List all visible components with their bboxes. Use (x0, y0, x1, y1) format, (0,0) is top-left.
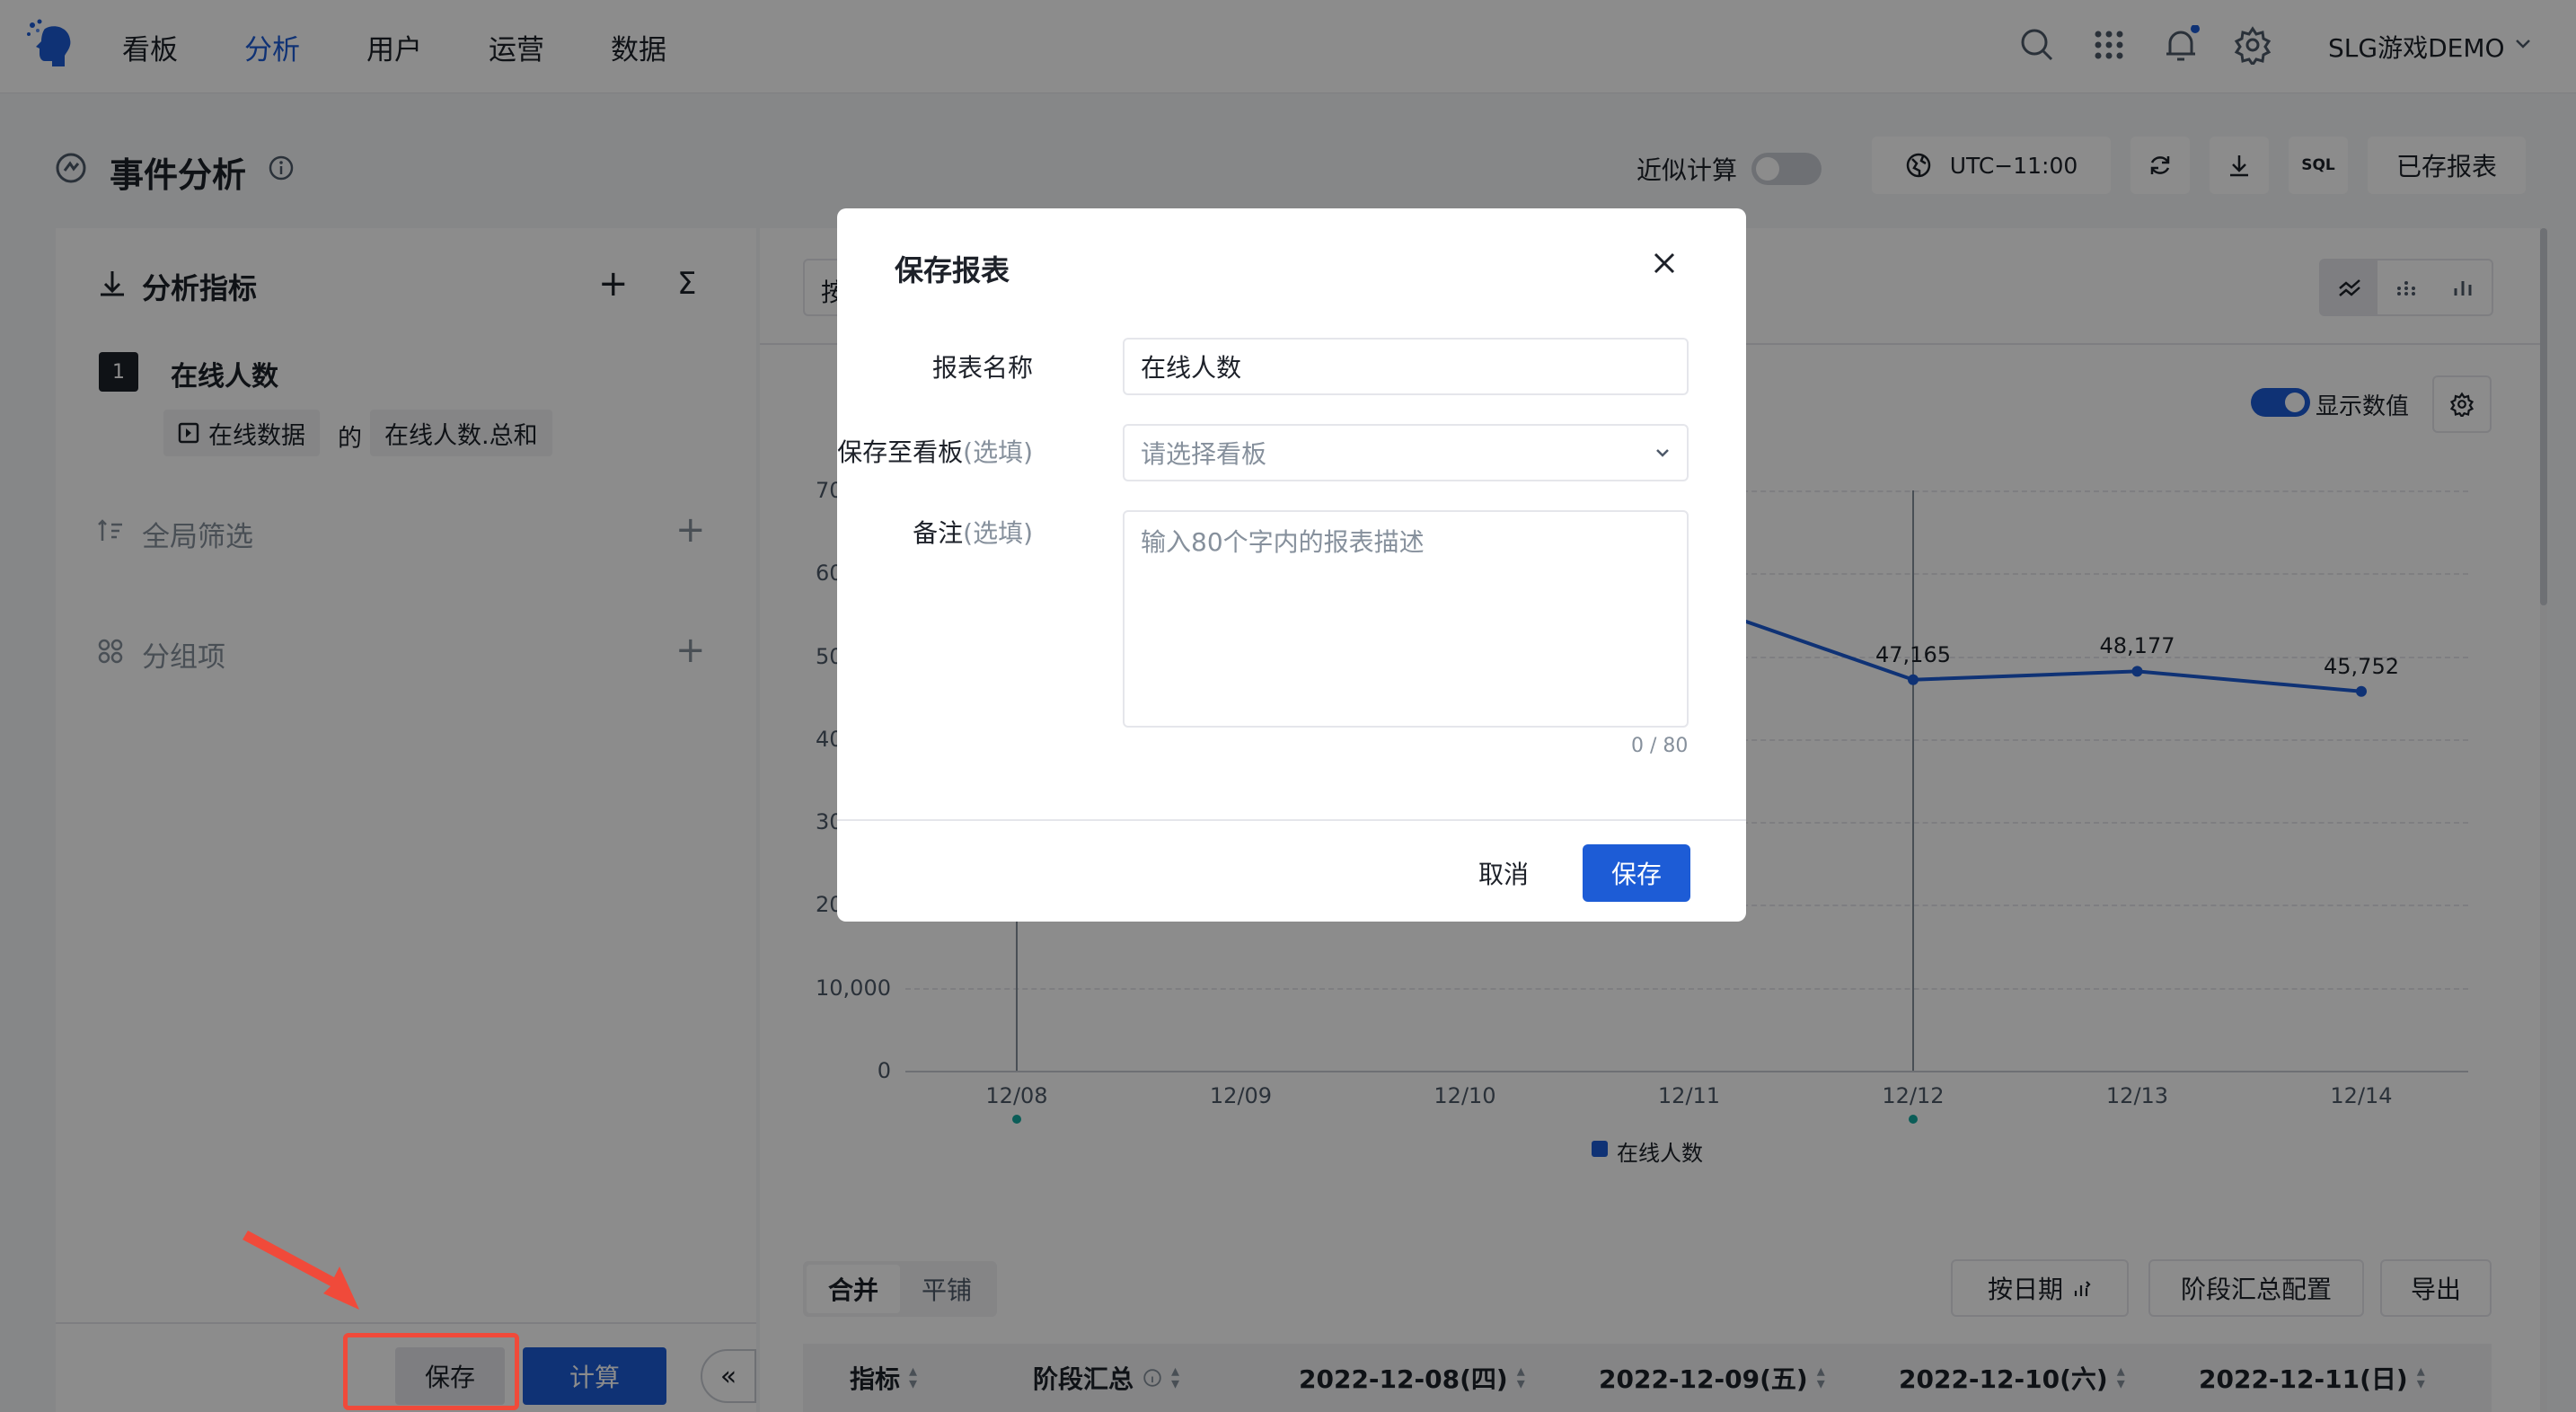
dialog-title: 保存报表 (895, 253, 1010, 287)
report-name-input[interactable]: 在线人数 (1123, 338, 1689, 395)
dialog-footer-divider (837, 819, 1746, 821)
report-name-label: 报表名称 (931, 353, 1033, 383)
cancel-button[interactable]: 取消 (1462, 844, 1545, 902)
annotation-highlight-box (343, 1333, 519, 1410)
note-textarea[interactable]: 输入80个字内的报表描述 (1123, 510, 1689, 728)
board-select-placeholder: 请选择看板 (1141, 439, 1267, 469)
save-to-board-label: 保存至看板(选填) (837, 437, 1033, 467)
dialog-save-button[interactable]: 保存 (1583, 844, 1690, 902)
board-select[interactable]: 请选择看板 (1123, 424, 1689, 481)
note-char-counter: 0 / 80 (1631, 735, 1689, 757)
note-label: 备注(选填) (913, 518, 1033, 548)
save-report-dialog: 保存报表 报表名称 在线人数 保存至看板(选填) 请选择看板 备注(选填) 输入… (837, 208, 1746, 922)
chevron-down-icon (1656, 449, 1669, 457)
close-icon[interactable] (1651, 250, 1678, 277)
